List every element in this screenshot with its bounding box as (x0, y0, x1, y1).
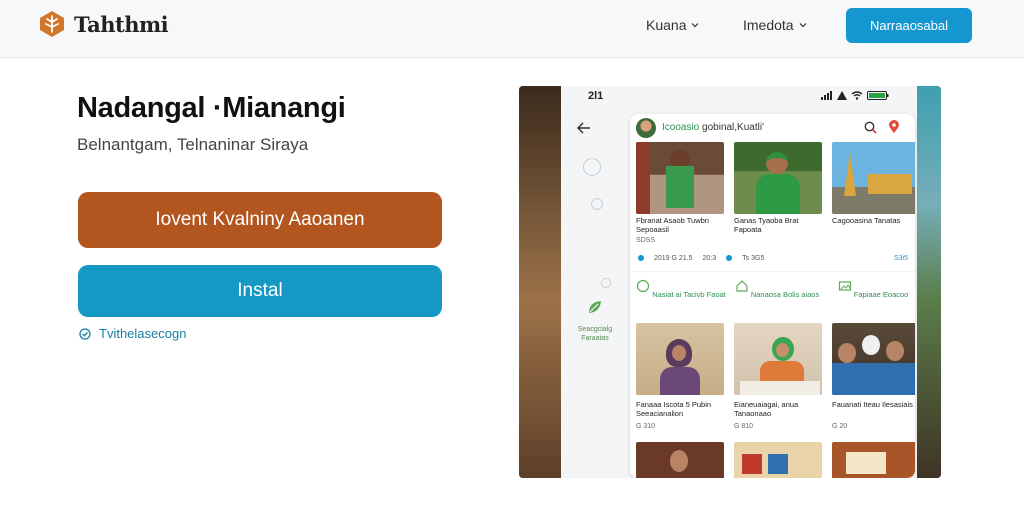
search-icon[interactable] (864, 121, 877, 134)
app-title: Icooasio gobinal,Kuatli' (662, 122, 764, 133)
battery-icon (867, 91, 889, 100)
signal-icon (821, 91, 832, 100)
status-bar: 2l1 (561, 86, 917, 108)
card-thumbnail (636, 323, 724, 395)
app-panel: Icooasio gobinal,Kuatli' Fbranat Asaob T… (630, 114, 915, 478)
verified-text: Tvithelasecogn (99, 326, 187, 341)
card-caption: Eianeuaiagai, anua Tanaonaao (734, 400, 799, 418)
row-meta-strip: 2019 G 21.5 20:3 Ts 3G5 S3i5 (638, 253, 908, 263)
category-label: Nasiat ai Tacivb Faoat (652, 290, 726, 299)
category-label: Nanaosa Bolis aiaos (750, 290, 820, 299)
hero-title: Nadangal ·Mianangi (77, 92, 346, 124)
card-caption: Fauanati Iteau Ilesasiais (832, 400, 913, 409)
card-meta: G 20 (832, 423, 847, 430)
meta-text: S3i5 (893, 254, 908, 262)
card-meta-text: SDSS (636, 237, 656, 244)
card-thumbnail[interactable] (832, 442, 915, 478)
app-title-dark: gobinal,Kuatli' (702, 122, 764, 133)
rail-nav-dot[interactable] (601, 278, 611, 288)
status-icons (821, 91, 889, 100)
card-thumbnail[interactable] (636, 442, 724, 478)
rail-favorites-label: Seacgcialg Faraatas (577, 326, 613, 342)
nav-menu-imedota[interactable]: Imedota (743, 17, 807, 33)
top-navbar: Tahthmi Kuana Imedota Narraaosabal (0, 0, 1024, 58)
category-tile[interactable]: Nasiat ai Tacivb Faoat (634, 271, 728, 321)
category-tile[interactable]: Nanaosa Bolis aiaos (730, 271, 824, 321)
location-pin-icon[interactable] (888, 120, 900, 134)
card-meta-text: G 20 (832, 423, 848, 430)
nav-cta-button[interactable]: Narraaosabal (846, 8, 972, 43)
card-thumbnail (832, 323, 915, 395)
card-meta: G 810 (734, 423, 753, 430)
hero-subtitle: Belnantgam, Telnaninar Siraya (77, 135, 309, 154)
nav-menu-label: Imedota (743, 17, 794, 33)
meta-text: 2019 G 21.5 (654, 254, 693, 262)
card-caption: Fbranat Asaob Tuwbn Sepoaasil (636, 216, 709, 234)
nav-menu-kuana[interactable]: Kuana (646, 17, 699, 33)
status-time: 2l1 (588, 90, 604, 102)
meta-text: 20:3 (702, 254, 717, 262)
app-title-green: Icooasio (662, 122, 700, 133)
photo-icon (838, 281, 851, 291)
back-arrow-icon[interactable] (576, 120, 592, 136)
card-meta-text: G 810 (734, 423, 754, 430)
check-circle-icon (79, 327, 91, 340)
brand-logo[interactable]: Tahthmi (38, 10, 169, 38)
card-caption: Fanaaa Iscota 5 Pubin Seeacianalion (636, 400, 712, 418)
nav-menu-label: Kuana (646, 17, 687, 33)
leaf-icon (589, 301, 601, 313)
avatar[interactable] (636, 118, 656, 138)
card-caption: Ganas Tyaoba Brat Fapoata (734, 216, 799, 234)
card-meta: SDSS (636, 237, 655, 244)
wifi-icon (851, 91, 863, 100)
chevron-down-icon (799, 23, 807, 28)
verified-note: Tvithelasecogn (79, 326, 186, 341)
card-meta: G 310 (636, 423, 655, 430)
app-header: Icooasio gobinal,Kuatli' (630, 114, 915, 142)
phone-screen: 2l1 Seacgcialg Faraatas Icooasio gobinal… (561, 86, 917, 478)
primary-cta-button[interactable]: Iovent Kvalniny Aaoanen (78, 192, 442, 248)
status-dot (726, 255, 733, 261)
category-label: Fapiaae Eoacoo (853, 290, 909, 299)
rail-favorites[interactable]: Seacgcialg Faraatas (569, 298, 621, 343)
card-thumbnail (832, 142, 915, 214)
rail-nav-dot[interactable] (583, 158, 601, 176)
category-tile[interactable]: Fapiaae Eoacoo (826, 271, 915, 321)
status-dot (638, 255, 644, 261)
card-caption: Cagooasina Tanatas (832, 216, 901, 225)
brand-name: Tahthmi (74, 11, 169, 37)
meta-text: Ts 3G5 (742, 254, 765, 262)
card-thumbnail (734, 323, 822, 395)
data-icon (837, 91, 847, 100)
rail-nav-dot[interactable] (591, 198, 603, 210)
leaf-circle-icon (637, 279, 650, 293)
home-icon (736, 280, 748, 292)
chevron-down-icon (692, 23, 699, 28)
card-thumbnail (636, 142, 724, 214)
card-thumbnail[interactable] (734, 442, 822, 478)
hero-app-preview-image: 2l1 Seacgcialg Faraatas Icooasio gobinal… (519, 86, 941, 478)
leaf-hexagon-icon (40, 11, 64, 37)
install-button[interactable]: Instal (78, 265, 442, 317)
card-thumbnail (734, 142, 822, 214)
card-meta-text: G 310 (636, 423, 656, 430)
side-rail: Seacgcialg Faraatas (561, 108, 629, 478)
